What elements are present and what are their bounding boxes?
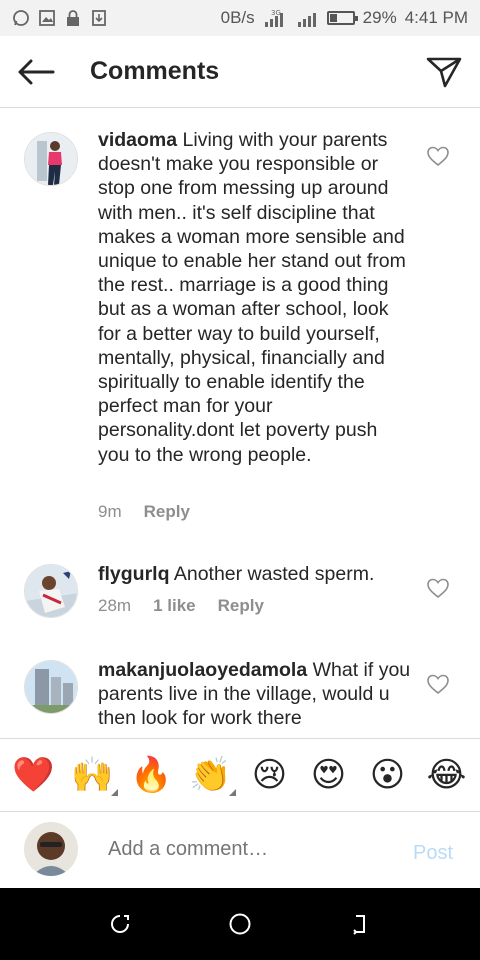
comment-text: flygurlq Another wasted sperm.	[98, 562, 414, 586]
signal-icon	[297, 13, 316, 27]
my-avatar	[24, 822, 78, 876]
emoji-heart-button[interactable]: ❤️	[7, 758, 61, 792]
avatar[interactable]	[24, 660, 78, 714]
avatar-image	[25, 661, 77, 713]
avatar[interactable]	[24, 132, 78, 186]
signal-3g-icon: 3G	[264, 9, 283, 27]
comment-message: Another wasted sperm.	[173, 563, 375, 585]
emoji-crying-button[interactable]: 😢	[243, 758, 297, 792]
status-notifications	[12, 9, 108, 27]
skin-tone-indicator	[228, 789, 236, 796]
heart-outline-icon[interactable]	[426, 144, 450, 168]
comments-list[interactable]: vidaoma Living with your parents doesn't…	[0, 108, 480, 738]
emoji-heart-eyes-button[interactable]: 😍	[302, 758, 356, 792]
heart-outline-icon[interactable]	[426, 576, 450, 600]
battery-percent: 29%	[362, 8, 397, 27]
comment-meta: 28m 1 like Reply	[98, 596, 264, 616]
net-speed: 0B/s	[220, 8, 255, 27]
emoji-surprised-button[interactable]: 😮	[361, 758, 415, 792]
reply-button[interactable]: Reply	[144, 502, 190, 522]
clapping-hands-icon: 👏	[189, 756, 232, 794]
share-button[interactable]	[408, 36, 480, 108]
home-circle-icon	[229, 913, 251, 935]
comment-username[interactable]: vidaoma	[98, 129, 177, 151]
page-title: Comments	[90, 57, 220, 85]
back-nav-button[interactable]	[345, 909, 375, 939]
lock-icon	[67, 10, 79, 26]
recents-button[interactable]	[105, 909, 135, 939]
likes-count[interactable]: 1 like	[153, 596, 196, 616]
skin-tone-indicator	[110, 789, 118, 796]
comment-time: 28m	[98, 596, 132, 615]
avatar-image	[24, 822, 78, 876]
comment-time: 9m	[98, 502, 122, 521]
emoji-quick-bar: ❤️ 🙌 🔥 👏 😢 😍 😮 😂	[0, 738, 480, 812]
app-bar: Comments	[0, 36, 480, 108]
download-icon	[92, 10, 106, 26]
back-button[interactable]	[0, 36, 72, 108]
avatar-image	[25, 565, 77, 617]
home-button[interactable]	[225, 909, 255, 939]
recents-icon	[111, 915, 129, 933]
back-nav-icon	[353, 915, 365, 935]
paper-plane-icon[interactable]	[426, 56, 462, 88]
net-type-label: 3G	[271, 9, 281, 17]
gallery-icon	[39, 10, 55, 26]
comment-text: vidaoma Living with your parents doesn't…	[98, 128, 414, 467]
heart-outline-icon[interactable]	[426, 672, 450, 696]
comment-input[interactable]	[108, 838, 388, 861]
clock: 4:41 PM	[404, 8, 468, 27]
battery-icon	[326, 11, 358, 25]
system-nav-bar	[0, 888, 480, 960]
avatar-image	[25, 133, 77, 185]
status-bar: 0B/s 3G 29% 4:41 PM	[0, 0, 480, 36]
raising-hands-icon: 🙌	[71, 756, 114, 794]
post-button[interactable]: Post	[413, 842, 453, 865]
emoji-tears-of-joy-button[interactable]: 😂	[420, 758, 474, 792]
emoji-clapping-button[interactable]: 👏	[184, 756, 238, 796]
whatsapp-icon	[13, 10, 29, 26]
avatar[interactable]	[24, 564, 78, 618]
emoji-raising-hands-button[interactable]: 🙌	[66, 756, 120, 796]
comment-message: Living with your parents doesn't make yo…	[98, 129, 406, 466]
comment-composer: Post	[0, 812, 480, 888]
reply-button[interactable]: Reply	[218, 596, 264, 616]
comment-text: makanjuolaoyedamola What if you parents …	[98, 658, 414, 731]
comment-username[interactable]: makanjuolaoyedamola	[98, 659, 307, 681]
arrow-left-icon[interactable]	[17, 59, 55, 85]
comment-meta: 9m Reply	[98, 502, 190, 522]
emoji-fire-button[interactable]: 🔥	[125, 758, 179, 792]
comment-username[interactable]: flygurlq	[98, 563, 170, 585]
